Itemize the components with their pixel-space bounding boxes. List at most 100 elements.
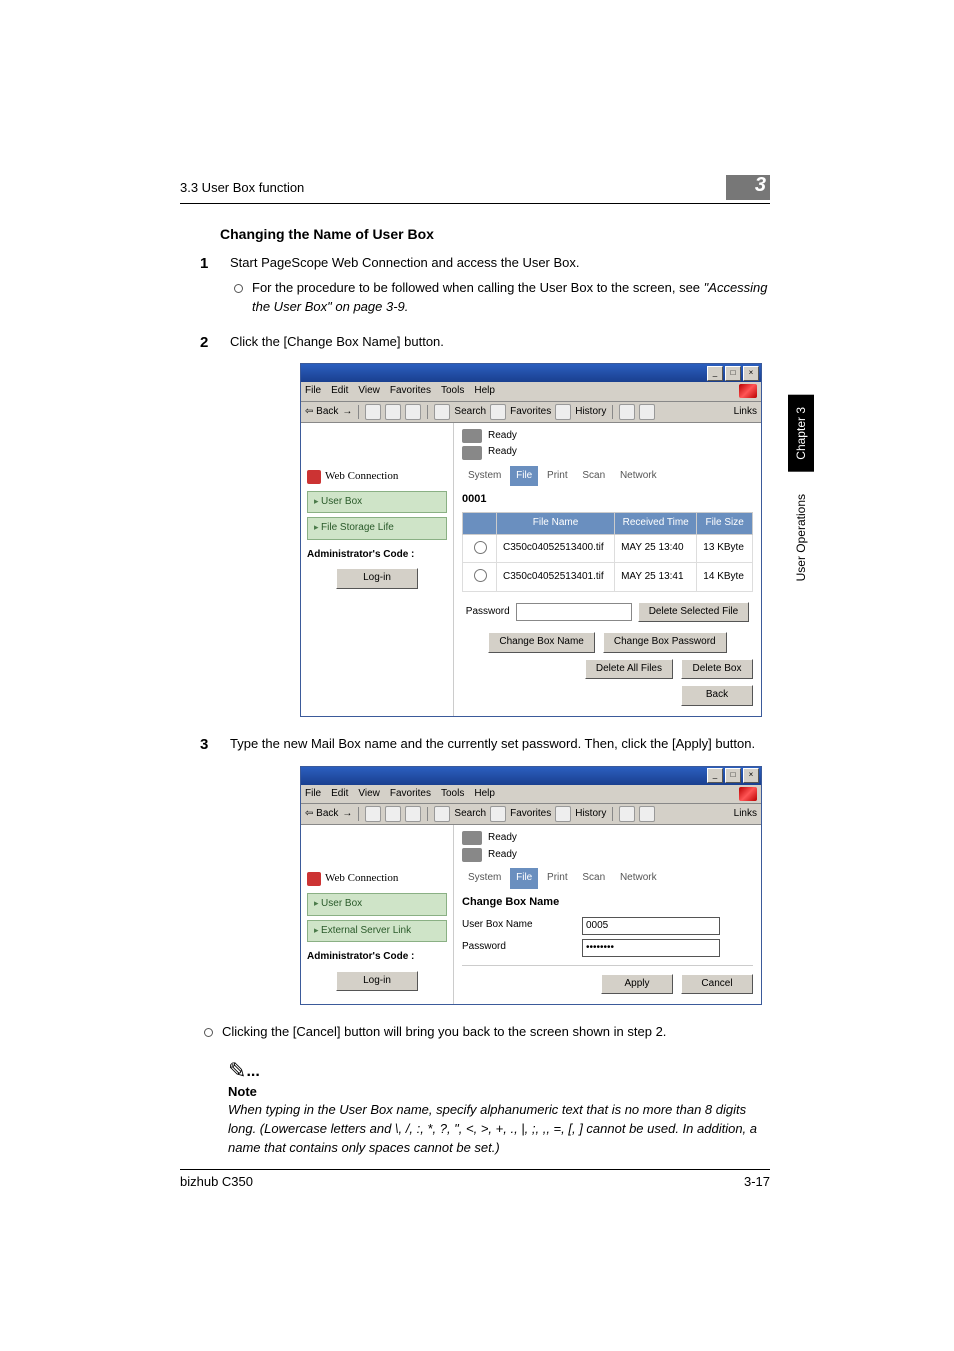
tab-network-2[interactable]: Network (614, 868, 663, 889)
password-input-2[interactable] (582, 939, 720, 957)
refresh-icon[interactable] (385, 404, 401, 420)
tab-file[interactable]: File (510, 466, 538, 487)
favorites-label[interactable]: Favorites (510, 405, 551, 420)
row-0-size: 13 KByte (697, 534, 753, 563)
login-button[interactable]: Log-in (336, 568, 418, 589)
menu-favorites-2[interactable]: Favorites (390, 787, 431, 802)
row-1-size: 14 KByte (697, 563, 753, 592)
favorites-label-2[interactable]: Favorites (510, 807, 551, 822)
menu-file-2[interactable]: File (305, 787, 321, 802)
menu-help-2[interactable]: Help (474, 787, 495, 802)
printer-icon-2 (462, 446, 482, 460)
history-icon-2[interactable] (555, 806, 571, 822)
history-icon[interactable] (555, 404, 571, 420)
max-button-2[interactable]: □ (725, 768, 741, 783)
menu-help[interactable]: Help (474, 384, 495, 399)
tab-system-2[interactable]: System (462, 868, 507, 889)
refresh-icon-2[interactable] (385, 806, 401, 822)
tab-network[interactable]: Network (614, 466, 663, 487)
links-label[interactable]: Links (734, 405, 757, 420)
row-0-time: MAY 25 13:40 (615, 534, 697, 563)
row-0-radio[interactable] (474, 541, 487, 554)
menu-tools[interactable]: Tools (441, 384, 464, 399)
menu-favorites[interactable]: Favorites (390, 384, 431, 399)
row-1-time: MAY 25 13:41 (615, 563, 697, 592)
tab-print[interactable]: Print (541, 466, 574, 487)
history-label-2[interactable]: History (575, 807, 606, 822)
search-icon[interactable] (434, 404, 450, 420)
sidebar-item-userbox[interactable]: User Box (307, 491, 447, 514)
tab-scan-2[interactable]: Scan (576, 868, 611, 889)
favorites-icon[interactable] (490, 404, 506, 420)
userboxname-input[interactable] (582, 917, 720, 935)
admin-code-label: Administrator's Code : (307, 548, 447, 563)
links-label-2[interactable]: Links (734, 807, 757, 822)
print-icon-2[interactable] (639, 806, 655, 822)
max-button[interactable]: □ (725, 366, 741, 381)
stop-icon-2[interactable] (365, 806, 381, 822)
tab-scan[interactable]: Scan (576, 466, 611, 487)
step-1-sub-prefix: For the procedure to be followed when ca… (252, 280, 704, 295)
menu-view[interactable]: View (358, 384, 380, 399)
close-button-2[interactable]: × (743, 768, 759, 783)
tab-system[interactable]: System (462, 466, 507, 487)
mail-icon-2[interactable] (619, 806, 635, 822)
search-label-2[interactable]: Search (454, 807, 486, 822)
menu-view-2[interactable]: View (358, 787, 380, 802)
col-size: File Size (697, 513, 753, 535)
history-label[interactable]: History (575, 405, 606, 420)
step-3-sub: Clicking the [Cancel] button will bring … (200, 1023, 770, 1042)
delete-box-button[interactable]: Delete Box (681, 659, 753, 680)
tab-print-2[interactable]: Print (541, 868, 574, 889)
search-icon-2[interactable] (434, 806, 450, 822)
print-icon[interactable] (639, 404, 655, 420)
login-button-2[interactable]: Log-in (336, 971, 418, 992)
fwd-button[interactable]: → (342, 405, 352, 420)
printer-icon (462, 429, 482, 443)
menu-edit-2[interactable]: Edit (331, 787, 348, 802)
delete-selected-button[interactable]: Delete Selected File (638, 602, 750, 623)
menu-edit[interactable]: Edit (331, 384, 348, 399)
search-label[interactable]: Search (454, 405, 486, 420)
apply-button[interactable]: Apply (601, 974, 673, 995)
page-header: 3.3 User Box function 3 (180, 175, 770, 204)
password-input[interactable] (516, 603, 632, 621)
favorites-icon-2[interactable] (490, 806, 506, 822)
footer-right: 3-17 (744, 1174, 770, 1189)
window-titlebar-2: _ □ × (301, 767, 761, 785)
menu-file[interactable]: File (305, 384, 321, 399)
stop-icon[interactable] (365, 404, 381, 420)
mail-icon[interactable] (619, 404, 635, 420)
page-footer: bizhub C350 3-17 (180, 1169, 770, 1189)
back-button[interactable]: ⇦ Back (305, 405, 338, 420)
back-button-2[interactable]: ⇦ Back (305, 807, 338, 822)
tab-file-2[interactable]: File (510, 868, 538, 889)
close-button[interactable]: × (743, 366, 759, 381)
table-row: C350c04052513400.tif MAY 25 13:40 13 KBy… (463, 534, 753, 563)
sidebar-item-external[interactable]: External Server Link (307, 920, 447, 943)
delete-all-files-button[interactable]: Delete All Files (585, 659, 673, 680)
min-button[interactable]: _ (707, 366, 723, 381)
file-table: File Name Received Time File Size C350c0… (462, 512, 753, 592)
change-box-password-button[interactable]: Change Box Password (603, 632, 727, 653)
step-2-text: Click the [Change Box Name] button. (230, 334, 444, 349)
menu-tools-2[interactable]: Tools (441, 787, 464, 802)
table-row: C350c04052513401.tif MAY 25 13:41 14 KBy… (463, 563, 753, 592)
step-3-sub-text: Clicking the [Cancel] button will bring … (222, 1024, 666, 1039)
home-icon-2[interactable] (405, 806, 421, 822)
sidebar-item-storage[interactable]: File Storage Life (307, 517, 447, 540)
step-1-text: Start PageScope Web Connection and acces… (230, 255, 580, 270)
home-icon[interactable] (405, 404, 421, 420)
brand-text: Web Connection (325, 469, 398, 485)
screenshot-1: _ □ × File Edit View Favorites Tools Hel… (300, 363, 762, 716)
back-button[interactable]: Back (681, 685, 753, 706)
menubar-2: File Edit View Favorites Tools Help (301, 785, 761, 805)
printer-icon-4 (462, 848, 482, 862)
cancel-button[interactable]: Cancel (681, 974, 753, 995)
change-box-name-button[interactable]: Change Box Name (488, 632, 595, 653)
fwd-button-2[interactable]: → (342, 807, 352, 822)
breadcrumb: 3.3 User Box function (180, 180, 304, 195)
row-1-radio[interactable] (474, 569, 487, 582)
sidebar-item-userbox-2[interactable]: User Box (307, 893, 447, 916)
min-button-2[interactable]: _ (707, 768, 723, 783)
